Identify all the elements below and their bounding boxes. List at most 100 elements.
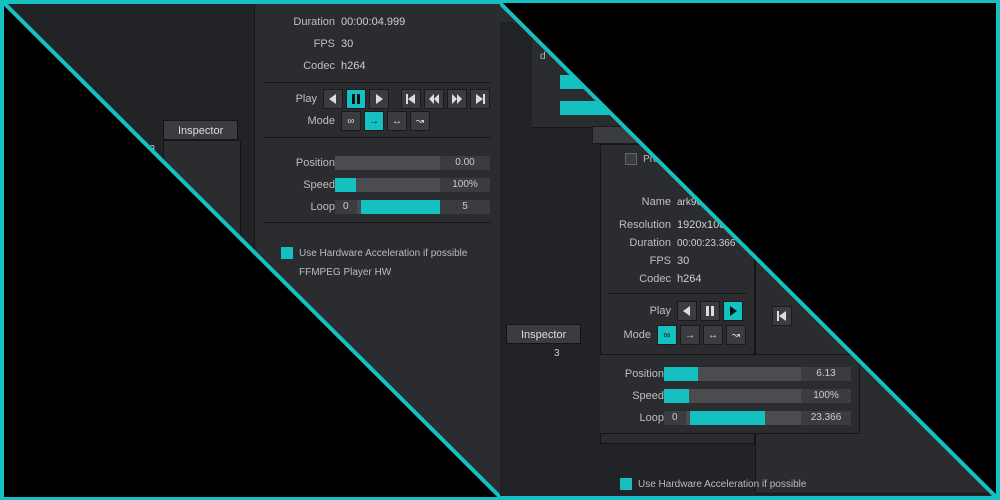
scenes-tab-1[interactable]: 1 (756, 121, 876, 141)
pingpong-mode-button[interactable]: ↔ (387, 111, 407, 131)
speed-slider[interactable]: Speed 100% (608, 387, 851, 405)
skip-buttons (772, 306, 792, 326)
rgb-sliders: d 100% 100% 100% (532, 38, 750, 128)
fps-label: FPS (609, 255, 671, 267)
pause-button[interactable] (346, 89, 366, 109)
blend-mode-label: nd mode (771, 8, 810, 19)
speed-slider[interactable]: Speed 100% (265, 176, 490, 194)
scenes-tab-2[interactable]: 2 (876, 121, 996, 141)
name-value: ark90_tunnel (677, 197, 735, 208)
play-button[interactable] (723, 301, 743, 321)
skip-start-button[interactable] (772, 306, 792, 326)
readout-small: 13 (144, 144, 155, 155)
color-slider-b[interactable]: 100% (540, 100, 741, 116)
scenes-tab-2[interactable]: 2 (157, 287, 249, 307)
name-label: Name (609, 196, 671, 208)
transport-buttons (677, 301, 743, 321)
collapse-icon[interactable] (73, 272, 81, 277)
mode-label: Mode (609, 329, 651, 341)
scenes-tab-1[interactable]: 1 (65, 287, 157, 307)
player-name: FFMPEG Player HW (299, 267, 490, 278)
misc-value: 00 (677, 173, 689, 185)
mode-label: Mode (265, 115, 335, 127)
skip-start-button[interactable] (401, 89, 421, 109)
position-slider[interactable]: Position 0.00 (265, 154, 490, 172)
loop-mode-button[interactable]: ∞ (657, 325, 677, 345)
play-icon (771, 158, 777, 166)
player-panel: Duration00:00:04.999 FPS30 Codech264 Pla… (254, 4, 500, 494)
loop-slider[interactable]: Loop 0 23.366 (608, 409, 851, 427)
forward-mode-button[interactable]: → (680, 325, 700, 345)
res-value: 1920x1080 (677, 219, 731, 231)
left-mixer-column: 100% 100% 100% (6, 122, 56, 262)
inspector-tab[interactable]: Inspector (163, 120, 238, 140)
hwaccel-checkbox[interactable]: Use Hardware Acceleration if possible (620, 478, 806, 490)
mixer-slot-2[interactable]: 100% (11, 177, 51, 193)
loop-mode-button[interactable]: ∞ (341, 111, 361, 131)
pingpong-mode-button[interactable]: ↔ (703, 325, 723, 345)
play-label: Play (609, 305, 671, 317)
checkbox-checked-icon (281, 247, 293, 259)
duration-value: 00:00:04.999 (341, 16, 405, 28)
mixer-dropdown-2[interactable] (11, 197, 51, 215)
color-slider-g[interactable]: 100% (540, 74, 741, 90)
dur-value: 00:00:23.366 (677, 238, 735, 249)
fade-value: Fade: 0 (909, 156, 943, 167)
random-mode-button[interactable]: ↝ (726, 325, 746, 345)
scenes-edit-button[interactable]: Edit (944, 100, 987, 117)
inspector-tab[interactable]: Inspector (506, 324, 581, 344)
ffwd-button[interactable] (447, 89, 467, 109)
skip-end-button[interactable] (470, 89, 490, 109)
blend-mode-value: Add (820, 8, 838, 19)
fps-value: 30 (341, 38, 353, 50)
mode-buttons: ∞ → ↔ ↝ (341, 111, 430, 131)
scenes-title: Scenes / Cues (780, 102, 855, 114)
codec-label: Codec (265, 60, 335, 72)
loop-slider[interactable]: Loop 0 5 (265, 198, 490, 216)
fps-label: FPS (265, 38, 335, 50)
dur-label: Duration (609, 237, 671, 249)
prev-frame-button[interactable] (677, 301, 697, 321)
fps-value: 30 (677, 255, 689, 267)
playback-sliders: Position 6.13 Speed 100% Loop 0 23.366 (600, 354, 860, 434)
next-frame-button[interactable] (369, 89, 389, 109)
duration-label: Duration (265, 16, 335, 28)
pause-button[interactable] (700, 301, 720, 321)
checkbox-checked-icon (620, 478, 632, 490)
mixer-dropdown-1[interactable] (11, 151, 51, 169)
codec-value: h264 (677, 273, 701, 285)
hwaccel-checkbox[interactable]: Use Hardware Acceleration if possible (281, 247, 490, 259)
add-scene-button[interactable]: ＋ (110, 317, 204, 377)
readout-small: 3 (554, 348, 560, 359)
position-slider[interactable]: Position 6.13 (608, 365, 851, 383)
mode-buttons: ∞ → ↔ ↝ (657, 325, 746, 345)
scene-name: Scene-1 (767, 174, 859, 186)
gear-icon[interactable]: ✻ (847, 156, 855, 167)
rewind-button[interactable] (424, 89, 444, 109)
collapse-icon[interactable] (764, 106, 772, 111)
inspector-content (163, 140, 241, 260)
random-mode-button[interactable]: ↝ (410, 111, 430, 131)
preview-checkbox[interactable]: Preview (625, 153, 746, 165)
skip-buttons (401, 89, 490, 109)
checkbox-icon (625, 153, 637, 165)
right-screenshot: nd mode Add d 100% 100% 100% (500, 4, 996, 496)
color-slider-r[interactable]: d 100% (540, 48, 741, 64)
scene-card-2[interactable]: Fade: 0 ✻ Scene-2 (870, 151, 964, 211)
preset-dropdown[interactable] (592, 126, 732, 144)
gear-icon[interactable]: ✻ (951, 156, 959, 167)
forward-mode-button[interactable]: → (364, 111, 384, 131)
play-icon (875, 158, 881, 166)
res-label: Resolution (609, 219, 671, 231)
scenes-edit-button[interactable]: Edit (198, 266, 241, 283)
fade-value: Fade: 0 (805, 156, 839, 167)
scenes-title: Scenes / Cues (89, 268, 164, 280)
scene-name: Scene-2 (871, 174, 963, 186)
scene-card-1[interactable]: Fade: 0 ✻ Scene-1 (766, 151, 860, 211)
play-label: Play (265, 93, 317, 105)
mixer-slot-1[interactable]: 100% (11, 131, 51, 147)
left-screenshot: 100% 100% 100% 13 Inspector Duration 00:0… (4, 4, 500, 496)
mixer-slot-3[interactable]: 100% (11, 223, 51, 239)
transport-buttons (323, 89, 389, 109)
prev-frame-button[interactable] (323, 89, 343, 109)
